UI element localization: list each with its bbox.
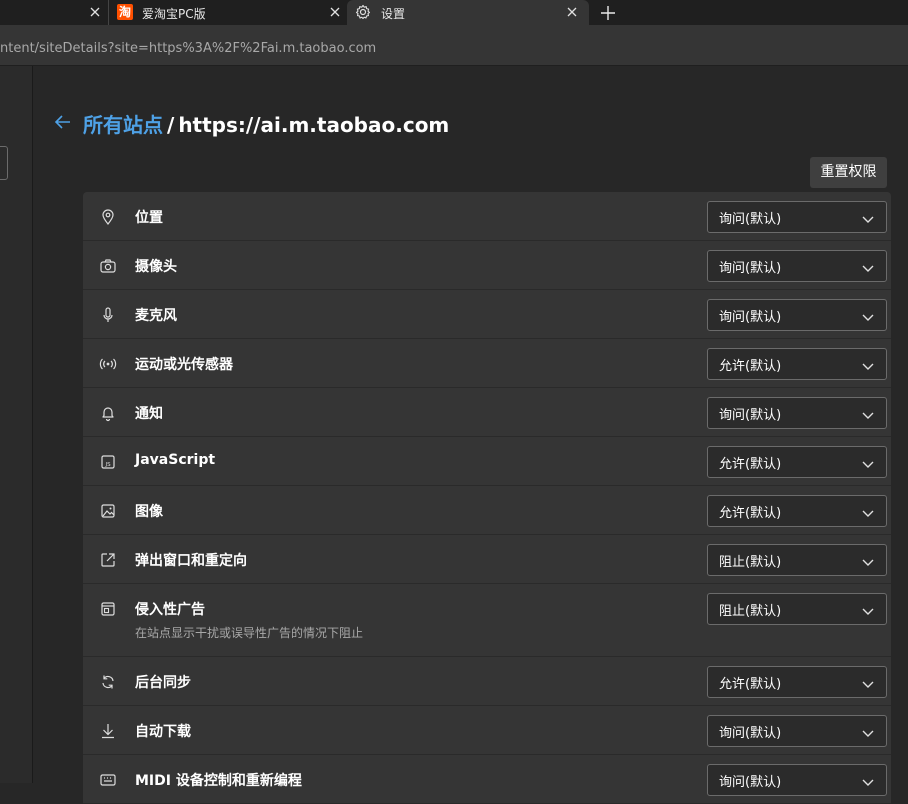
permission-row: 图像 允许(默认) xyxy=(83,486,891,535)
microphone-icon xyxy=(99,306,117,324)
tab-partial[interactable] xyxy=(0,0,108,25)
close-tab-icon[interactable] xyxy=(564,4,580,20)
camera-icon xyxy=(99,257,117,275)
permission-row: 弹出窗口和重定向 阻止(默认) xyxy=(83,535,891,584)
tab-settings[interactable]: 设置 xyxy=(347,0,589,25)
url-field[interactable]: ntent/siteDetails?site=https%3A%2F%2Fai.… xyxy=(0,41,376,56)
permission-label: 麦克风 xyxy=(135,308,177,324)
permission-label: 自动下载 xyxy=(135,724,191,740)
chevron-down-icon xyxy=(862,455,874,474)
tab-title: 设置 xyxy=(381,7,406,21)
permission-row: 通知 询问(默认) xyxy=(83,388,891,437)
site-details-content: 所有站点 / https://ai.m.taobao.com 重置权限 位置询问(默… xyxy=(33,66,908,804)
permission-dropdown[interactable]: 询问(默认) xyxy=(707,715,887,747)
permission-value: 询问(默认) xyxy=(719,310,782,325)
javascript-icon: JS xyxy=(99,453,117,471)
chevron-down-icon xyxy=(862,308,874,327)
permissions-list: 位置 询问(默认) 摄像头 询问(默认) 麦克风 询问(默认) 运动或光传感器 允许(默认) 通… xyxy=(83,192,891,804)
permission-label: 图像 xyxy=(135,504,163,520)
permission-label: MIDI 设备控制和重新编程 xyxy=(135,773,302,789)
tab-strip: 淘 爱淘宝PC版 设置 xyxy=(0,0,908,25)
bell-icon xyxy=(99,404,117,422)
permission-label: 弹出窗口和重定向 xyxy=(135,553,247,569)
chevron-down-icon xyxy=(862,357,874,376)
permission-value: 允许(默认) xyxy=(719,506,782,521)
permission-dropdown[interactable]: 允许(默认) xyxy=(707,495,887,527)
site-url-title: https://ai.m.taobao.com xyxy=(178,113,450,137)
page-title: 所有站点 / https://ai.m.taobao.com xyxy=(83,109,449,138)
tab-taobao[interactable]: 淘 爱淘宝PC版 xyxy=(108,0,349,25)
settings-sidebar xyxy=(0,66,33,783)
close-tab-icon[interactable] xyxy=(87,4,103,20)
permission-dropdown[interactable]: 阻止(默认) xyxy=(707,544,887,576)
permission-row: 运动或光传感器 允许(默认) xyxy=(83,339,891,388)
permission-label: 通知 xyxy=(135,406,163,422)
close-tab-icon[interactable] xyxy=(327,4,343,20)
sidebar-search-box[interactable] xyxy=(0,146,8,180)
permission-row: 侵入性广告在站点显示干扰或误导性广告的情况下阻止 阻止(默认) xyxy=(83,584,891,657)
permission-label: JavaScript xyxy=(135,452,216,468)
popup-icon xyxy=(99,551,117,569)
permission-row: 麦克风 询问(默认) xyxy=(83,290,891,339)
chevron-down-icon xyxy=(862,724,874,743)
permission-value: 询问(默认) xyxy=(719,212,782,227)
permission-label: 后台同步 xyxy=(135,675,191,691)
permission-dropdown[interactable]: 阻止(默认) xyxy=(707,593,887,625)
permission-value: 允许(默认) xyxy=(719,677,782,692)
permission-value: 允许(默认) xyxy=(719,457,782,472)
chevron-down-icon xyxy=(862,406,874,425)
download-icon xyxy=(99,722,117,740)
address-bar: ntent/siteDetails?site=https%3A%2F%2Fai.… xyxy=(0,25,908,66)
permission-dropdown[interactable]: 询问(默认) xyxy=(707,397,887,429)
permission-value: 阻止(默认) xyxy=(719,604,782,619)
permission-row: 摄像头 询问(默认) xyxy=(83,241,891,290)
taobao-favicon-icon: 淘 xyxy=(117,4,133,20)
chevron-down-icon xyxy=(862,553,874,572)
permission-dropdown[interactable]: 询问(默认) xyxy=(707,764,887,796)
permission-dropdown[interactable]: 允许(默认) xyxy=(707,348,887,380)
back-arrow-icon[interactable] xyxy=(52,111,74,133)
permission-label: 位置 xyxy=(135,210,163,226)
ads-icon xyxy=(99,600,117,618)
permission-row: MIDI 设备控制和重新编程 询问(默认) xyxy=(83,755,891,804)
location-icon xyxy=(99,208,117,226)
permission-row: 自动下载 询问(默认) xyxy=(83,706,891,755)
sensor-icon xyxy=(99,355,117,373)
svg-text:JS: JS xyxy=(105,462,112,468)
tab-title: 爱淘宝PC版 xyxy=(142,7,206,21)
permission-dropdown[interactable]: 询问(默认) xyxy=(707,299,887,331)
permission-description: 在站点显示干扰或误导性广告的情况下阻止 xyxy=(135,626,364,640)
permission-value: 阻止(默认) xyxy=(719,555,782,570)
permission-dropdown[interactable]: 允许(默认) xyxy=(707,446,887,478)
reset-permissions-button[interactable]: 重置权限 xyxy=(810,157,887,188)
chevron-down-icon xyxy=(862,259,874,278)
permission-label: 摄像头 xyxy=(135,259,177,275)
new-tab-button[interactable] xyxy=(598,3,618,23)
permission-value: 询问(默认) xyxy=(719,261,782,276)
permission-label: 侵入性广告 xyxy=(135,602,205,618)
chevron-down-icon xyxy=(862,504,874,523)
sync-icon xyxy=(99,673,117,691)
permission-dropdown[interactable]: 询问(默认) xyxy=(707,201,887,233)
all-sites-link[interactable]: 所有站点 xyxy=(83,113,163,137)
breadcrumb-separator: / xyxy=(167,113,175,137)
chevron-down-icon xyxy=(862,675,874,694)
chevron-down-icon xyxy=(862,602,874,621)
midi-icon xyxy=(99,771,117,789)
permission-value: 允许(默认) xyxy=(719,359,782,374)
permission-value: 询问(默认) xyxy=(719,726,782,741)
permission-value: 询问(默认) xyxy=(719,775,782,790)
permission-value: 询问(默认) xyxy=(719,408,782,423)
permission-dropdown[interactable]: 允许(默认) xyxy=(707,666,887,698)
image-icon xyxy=(99,502,117,520)
permission-row: JS JavaScript 允许(默认) xyxy=(83,437,891,486)
permission-row: 后台同步 允许(默认) xyxy=(83,657,891,706)
permission-label: 运动或光传感器 xyxy=(135,357,233,373)
chevron-down-icon xyxy=(862,210,874,229)
permission-dropdown[interactable]: 询问(默认) xyxy=(707,250,887,282)
permission-row: 位置 询问(默认) xyxy=(83,192,891,241)
gear-icon xyxy=(355,4,371,24)
